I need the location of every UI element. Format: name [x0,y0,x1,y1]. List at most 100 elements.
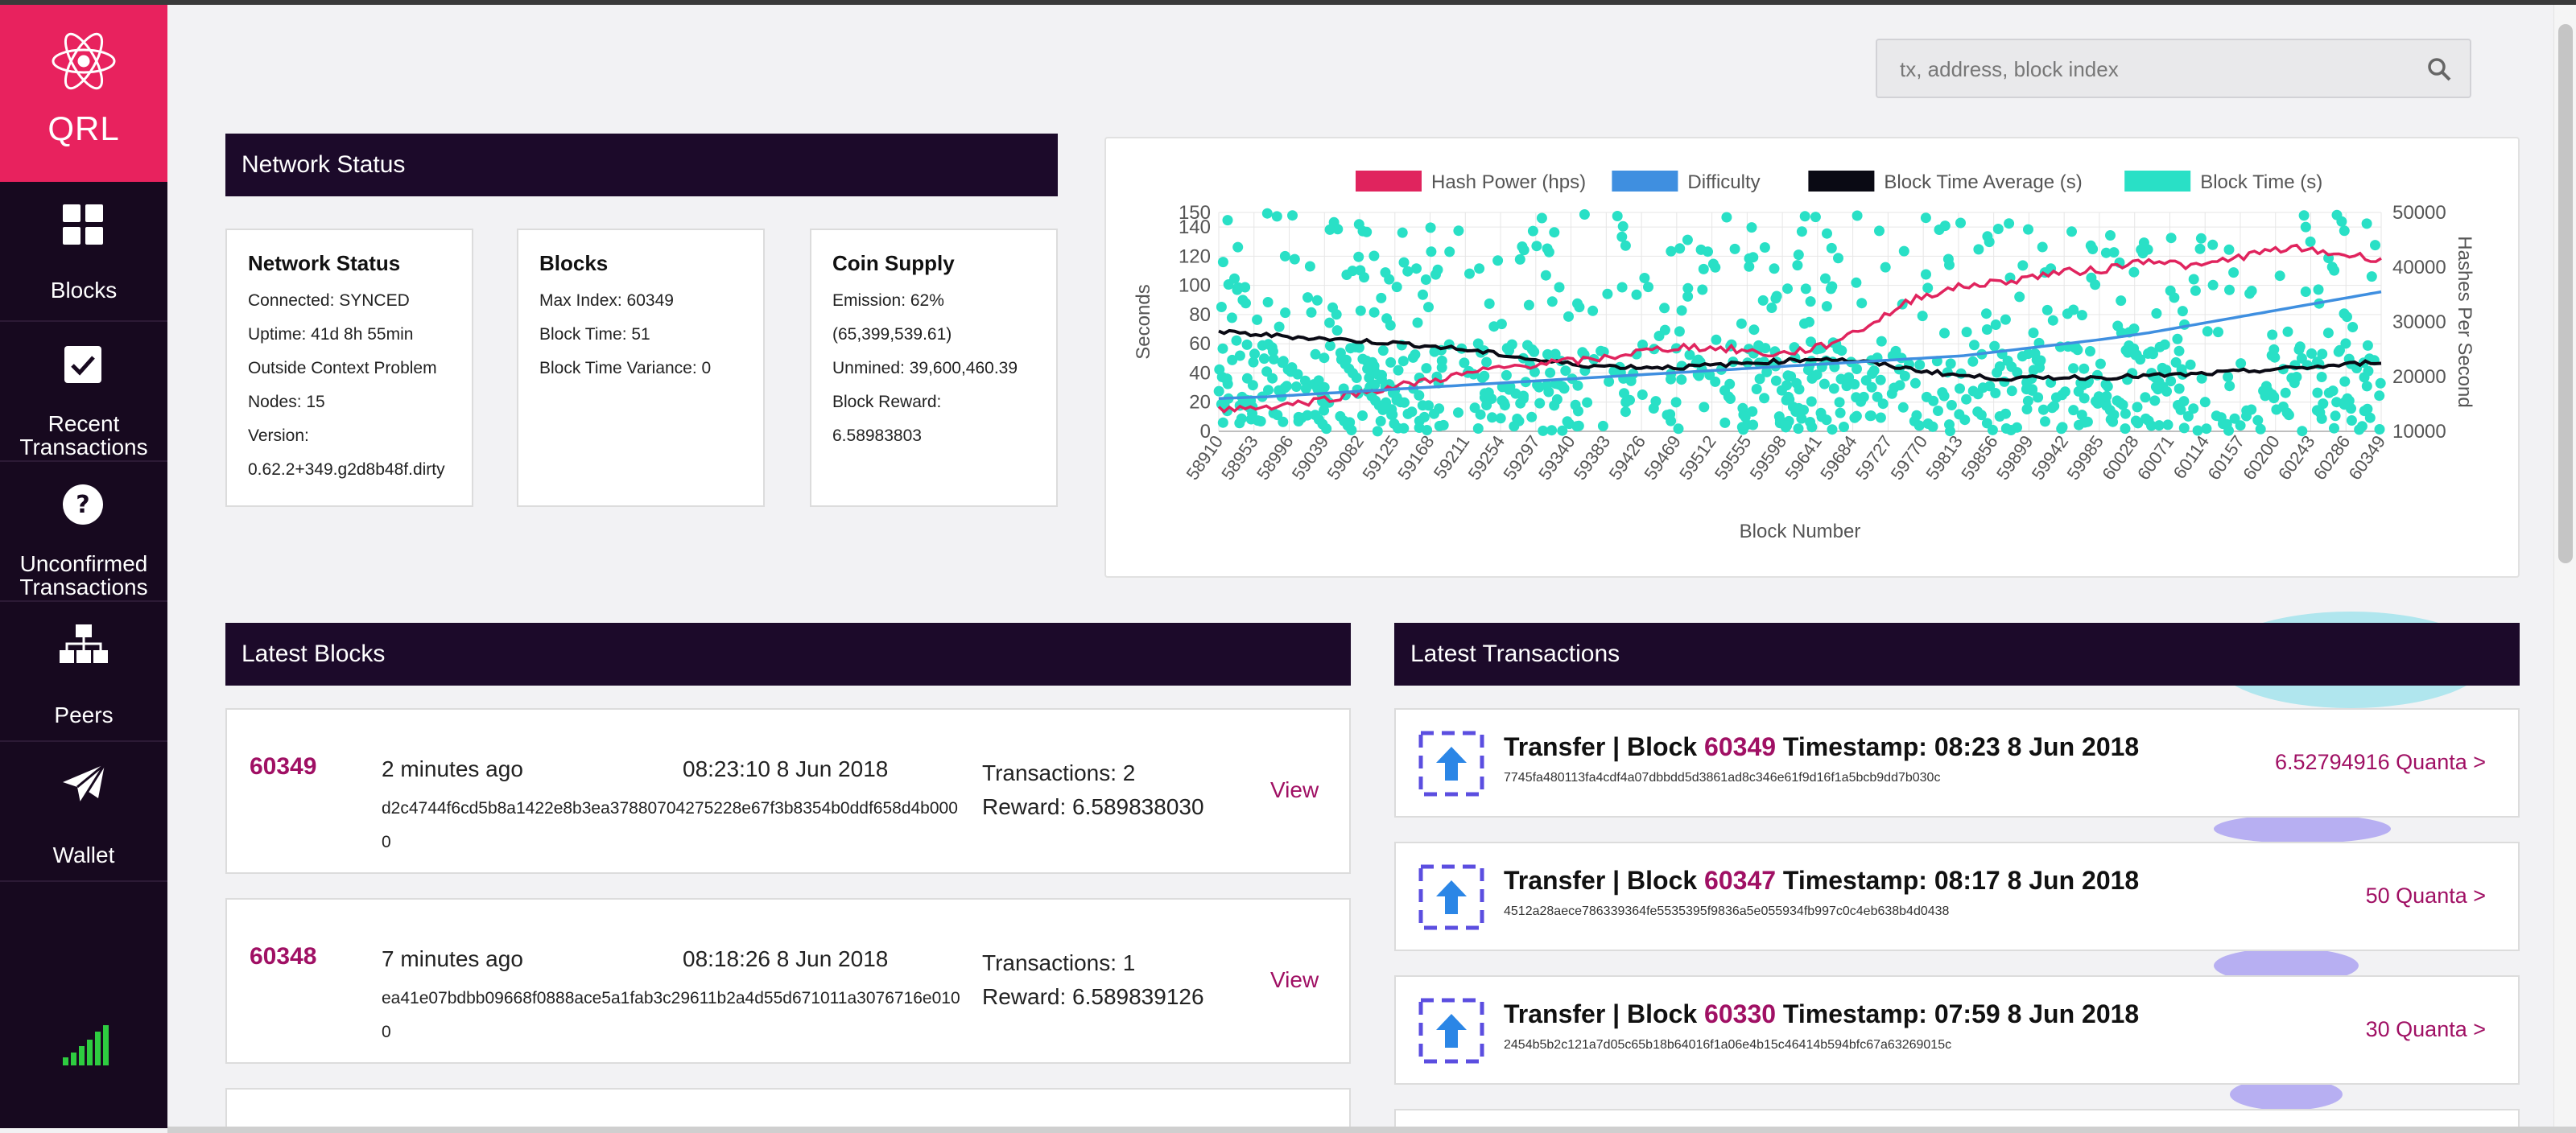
block-time-point [2174,345,2185,356]
x-tick-label: 59856 [1957,432,2002,484]
block-time-point [2305,236,2316,247]
transaction-amount-link[interactable]: 50 Quanta > [2366,884,2486,908]
block-time-point [1698,263,1709,274]
block-time-point [1828,383,1839,394]
block-time-point [1582,397,1593,408]
block-time-point [1459,357,1470,369]
sidebar-item-unconfirmed-transactions[interactable]: ? Unconfirmed Transactions [0,462,167,602]
vertical-scrollbar-thumb[interactable] [2558,24,2573,563]
view-block-link[interactable]: View [1270,777,1319,803]
x-tick-label: 59813 [1922,432,1967,484]
block-time-point [1234,418,1245,429]
block-time-point [2087,244,2099,254]
block-time-point [1946,400,1957,410]
block-time-point [1237,295,1249,306]
block-time-point [1438,419,1449,431]
block-time-point [1221,373,1232,385]
block-time-point [1639,273,1650,283]
tx-block-link[interactable]: 60349 [1704,732,1776,761]
block-time-point [2330,410,2341,422]
block-time-point [1697,284,1708,295]
view-block-link[interactable]: View [1270,967,1319,993]
block-time-point [1420,274,1431,285]
search-input[interactable] [1900,53,2399,85]
legend-swatch [1356,171,1422,192]
block-time-point [1967,356,1979,367]
block-time-point [1909,377,1921,389]
logo[interactable]: QRL [0,5,167,182]
block-time-point [1540,270,1551,281]
sidebar-item-recent-transactions[interactable]: Recent Transactions [0,322,167,462]
block-time-point [2006,385,2017,397]
block-time-point [2173,400,2183,410]
block-time-point [1927,421,1938,432]
block-time-point [1376,292,1387,303]
block-time-point [1453,225,1464,237]
block-time-point [2102,381,2113,392]
block-time-point [1353,251,1364,262]
transaction-amount-link[interactable]: 6.52794916 Quanta > [2275,750,2486,775]
block-time-point [2079,393,2090,404]
block-time-point [1231,335,1242,346]
block-time-point [2151,308,2162,319]
block-time-point [2342,311,2352,323]
block-time-point [1748,324,1760,336]
block-time-point [2057,389,2068,401]
block-time-point [1942,253,1954,265]
block-time-point [1414,389,1425,401]
block-time-point [1821,301,1832,312]
sidebar-item-blocks[interactable]: Blocks [0,182,167,322]
block-time-point [2178,422,2190,434]
sidebar-item-peers[interactable]: Peers [0,602,167,742]
block-time-point [1281,381,1292,392]
x-tick-label: 59684 [1816,432,1861,484]
block-time-point [1682,290,1694,302]
x-tick-label: 60286 [2310,432,2355,484]
y-tick-label-left: 150 [1179,202,1211,224]
block-time-point [1836,345,1847,356]
block-row: 60349 2 minutes ago 08:23:10 8 Jun 2018 … [225,708,1351,874]
block-time-point [1851,392,1862,403]
x-tick-label: 59985 [2062,432,2107,484]
transaction-title: Transfer | Block 60347 Timestamp: 08:17 … [1504,866,2139,896]
block-time-point [1474,263,1485,274]
block-time-point [1518,245,1530,256]
sidebar-item-wallet[interactable]: Wallet [0,742,167,882]
block-time-point [1496,319,1507,330]
search-box[interactable] [1876,39,2471,98]
transaction-row[interactable]: Transfer | Block 60330 Timestamp: 07:59 … [1394,975,2520,1085]
block-index-link[interactable]: 60349 [250,753,316,781]
search-icon[interactable] [2426,56,2452,82]
block-time-point [1597,420,1608,431]
transaction-amount-link[interactable]: 30 Quanta > [2366,1017,2486,1042]
block-time-point [1357,225,1368,237]
block-time-point [2312,387,2323,398]
card-line: Uptime: 41d 8h 55min [248,325,414,344]
transaction-row[interactable]: Transfer | Block 60347 Timestamp: 08:17 … [1394,842,2520,951]
block-time-point [2107,416,2119,427]
x-tick-label: 58996 [1253,432,1298,484]
block-time-point [1973,244,1984,255]
transaction-row[interactable]: Transfer | Block 60349 Timestamp: 08:23 … [1394,708,2520,818]
block-time-point [1262,297,1274,307]
block-time-point [2185,359,2196,370]
card-line: Emission: 62% [832,291,944,310]
block-time-point [1839,422,1849,432]
block-time-point [1827,281,1838,292]
block-time-point [1229,273,1240,284]
block-time-point [1587,305,1599,316]
block-time-point [1759,393,1770,404]
block-time-point [1274,321,1285,332]
block-time-point [2159,339,2170,350]
x-tick-label: 58910 [1183,432,1228,484]
card-title: Blocks [539,251,609,275]
block-time-point [1217,257,1228,268]
grid-icon [63,204,103,245]
tx-block-link[interactable]: 60347 [1704,866,1776,895]
horizontal-scrollbar[interactable] [167,1127,2576,1133]
tx-block-link[interactable]: 60330 [1704,999,1776,1028]
block-time-point [1304,261,1315,272]
block-time-point [1794,384,1805,395]
block-index-link[interactable]: 60348 [250,943,316,970]
network-status-card: Network Status Connected: SYNCED Uptime:… [225,229,473,507]
